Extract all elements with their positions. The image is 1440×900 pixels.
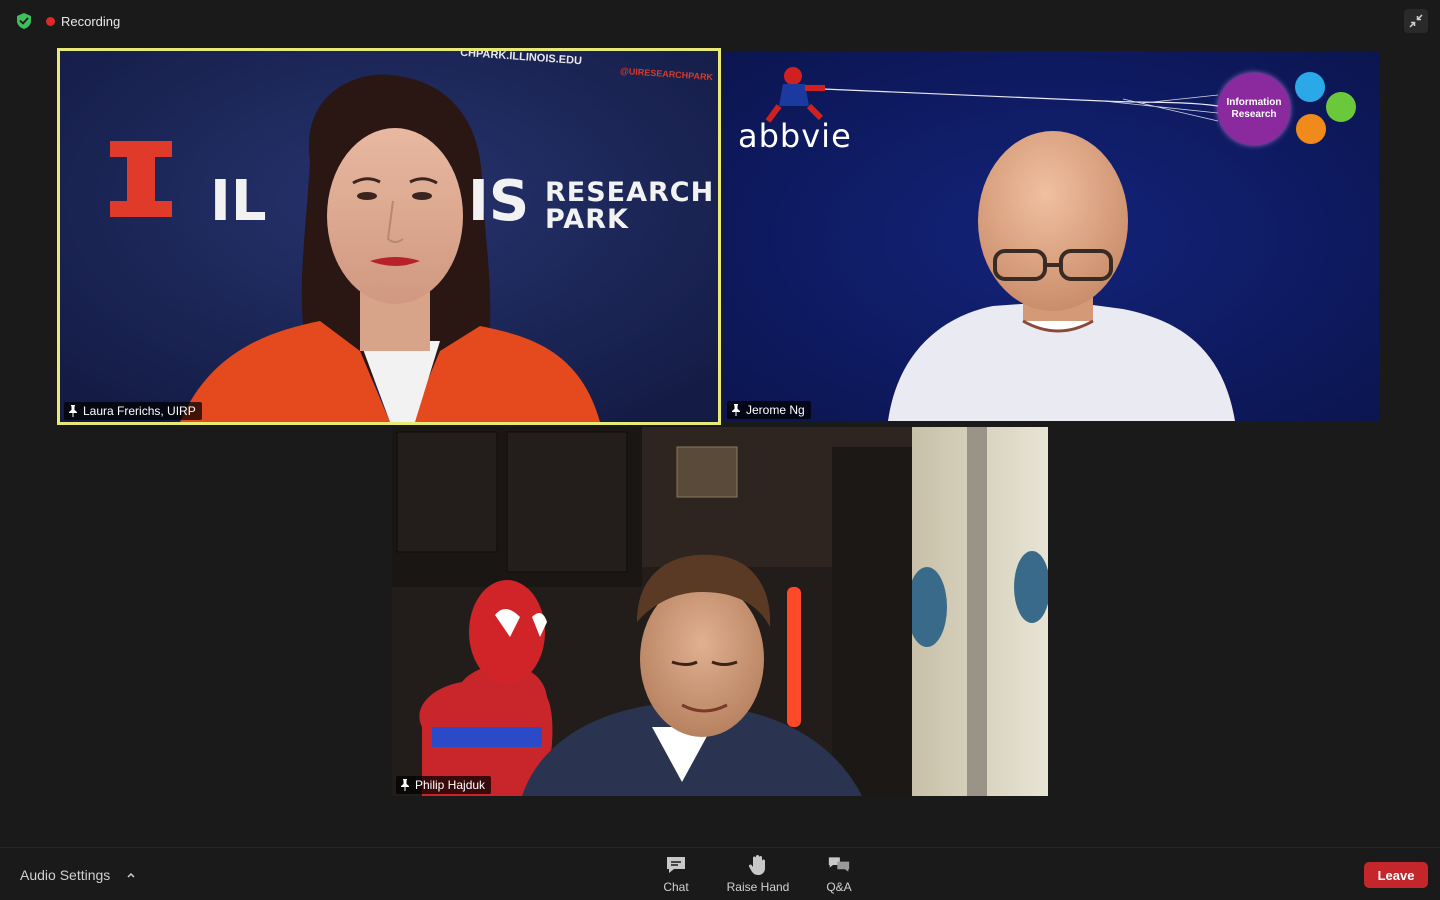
audio-settings-button[interactable]: Audio Settings	[20, 867, 136, 883]
recording-label: Recording	[61, 13, 121, 29]
participant-name-tag: Laura Frerichs, UIRP	[64, 402, 202, 420]
chevron-up-icon[interactable]	[126, 871, 136, 879]
video-tile[interactable]: abbvie Information Research Jerome Ng	[723, 51, 1379, 421]
video-tile[interactable]: Philip Hajduk	[392, 427, 1048, 796]
pin-icon	[68, 405, 78, 417]
backdrop-word-il: IL	[210, 169, 267, 234]
qa-button[interactable]: Q&A	[804, 854, 874, 898]
zoom-meeting-window: Recording IL IS RESEARCH PARK CHPARK.ILL…	[0, 0, 1440, 900]
abbvie-logo: abbvie	[738, 117, 852, 155]
illinois-research-park-backdrop	[60, 51, 718, 422]
hand-icon	[747, 854, 769, 876]
chat-label: Chat	[663, 880, 689, 894]
pin-icon	[400, 779, 410, 791]
backdrop-research-park: RESEARCH PARK	[545, 179, 714, 233]
top-status-bar: Recording	[12, 10, 120, 32]
pin-icon	[731, 404, 741, 416]
backdrop-word-is: IS	[468, 169, 530, 234]
information-research-badge: Information Research	[1218, 73, 1290, 145]
video-tile-active-speaker[interactable]: IL IS RESEARCH PARK CHPARK.ILLINOIS.EDU …	[57, 48, 721, 425]
chat-bubble-icon	[665, 854, 687, 876]
participant-name-tag: Jerome Ng	[727, 401, 811, 419]
recording-dot-icon	[46, 16, 55, 26]
illinois-block-i-logo	[110, 141, 172, 217]
qa-bubbles-icon	[828, 854, 850, 876]
qa-label: Q&A	[826, 880, 852, 894]
participant-name-tag: Philip Hajduk	[396, 776, 492, 794]
audio-settings-label: Audio Settings	[20, 867, 111, 883]
exit-fullscreen-icon	[1409, 14, 1423, 28]
office-background-scene	[392, 427, 1048, 796]
chat-button[interactable]: Chat	[641, 854, 711, 898]
exit-fullscreen-button[interactable]	[1404, 9, 1428, 33]
participant-name: Philip Hajduk	[415, 778, 486, 792]
shield-check-icon[interactable]	[12, 10, 36, 32]
participant-name: Laura Frerichs, UIRP	[83, 404, 196, 418]
info-circle-line1: Information	[1226, 97, 1282, 108]
backdrop-research: RESEARCH	[545, 177, 715, 208]
meeting-toolbar: Audio Settings Chat Raise Hand Q&A Leave	[0, 847, 1440, 900]
raise-hand-button[interactable]: Raise Hand	[723, 854, 793, 898]
recording-indicator[interactable]: Recording	[46, 14, 120, 29]
backdrop-park: PARK	[545, 204, 629, 235]
info-circle-line2: Research	[1231, 109, 1277, 120]
leave-meeting-button[interactable]: Leave	[1364, 862, 1428, 888]
participant-name: Jerome Ng	[746, 403, 805, 417]
raise-hand-label: Raise Hand	[726, 880, 790, 894]
